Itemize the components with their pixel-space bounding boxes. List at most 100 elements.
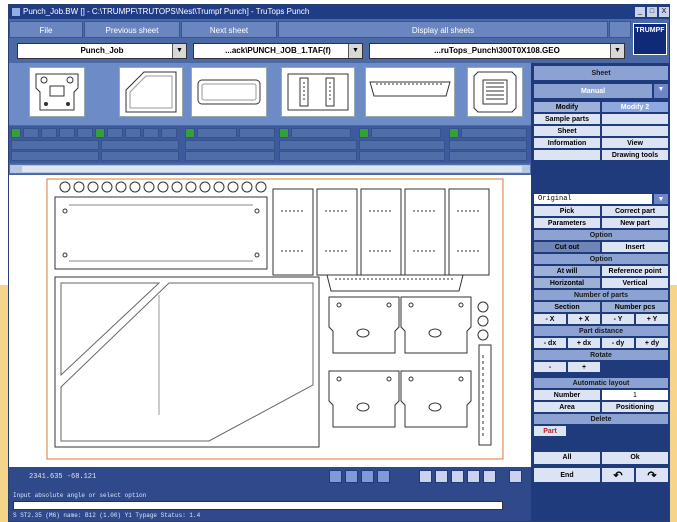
zoom-all-icon[interactable] (467, 470, 480, 483)
horizontal-button[interactable]: Horizontal (533, 277, 601, 289)
drawing-tools-button[interactable]: Drawing tools (601, 149, 669, 161)
trumpf-logo: TRUMPF (633, 23, 667, 55)
part-thumbnail[interactable] (365, 67, 455, 117)
at-will-button[interactable]: At will (533, 265, 601, 277)
part-thumbnail[interactable] (119, 67, 183, 117)
modify-button[interactable]: Modify (533, 101, 601, 113)
measure-tool-icon[interactable] (377, 470, 390, 483)
all-button[interactable]: All (533, 451, 601, 465)
geo-file-combo[interactable]: ...ruTops_Punch\300T0X108.GEO ▼ (369, 43, 625, 59)
insert-button[interactable]: Insert (601, 241, 669, 253)
blank-button[interactable] (601, 125, 669, 137)
minus-dy-button[interactable]: - dy (601, 337, 635, 349)
menu-extra-button[interactable] (609, 21, 631, 38)
rotate-heading: Rotate (533, 349, 669, 361)
plus-x-button[interactable]: + X (567, 313, 601, 325)
zoom-out-icon[interactable] (435, 470, 448, 483)
pan-tool-icon[interactable] (345, 470, 358, 483)
vertical-button[interactable]: Vertical (601, 277, 669, 289)
menu-bar: File Previous sheet Next sheet Display a… (9, 21, 669, 39)
status-line: S ST2.35 (M6) name: B12 (1.00) Y1 Typage… (13, 512, 201, 519)
mounting-plates (328, 296, 472, 428)
geo-file-value: ...ruTops_Punch\300T0X108.GEO (434, 46, 560, 55)
plus-dy-button[interactable]: + dy (635, 337, 669, 349)
scrollbar-thumb[interactable] (22, 166, 522, 172)
pencil-icon[interactable] (509, 470, 522, 483)
close-button[interactable]: X (659, 7, 669, 17)
function-panel: Sheet Manual ▼ Modify Modify 2 Sample pa… (531, 63, 669, 521)
manual-button[interactable]: Manual (533, 83, 653, 99)
chevron-down-icon[interactable]: ▼ (172, 44, 186, 58)
option-heading: Option (533, 253, 669, 265)
taf-file-combo[interactable]: ...ack\PUNCH_JOB_1.TAF(f) ▼ (193, 43, 363, 59)
undo-icon[interactable]: ↶ (601, 467, 635, 483)
number-input[interactable]: 1 (601, 389, 669, 401)
option-heading: Option (533, 229, 669, 241)
modify-2-button[interactable]: Modify 2 (601, 101, 669, 113)
part-thumbnail[interactable] (191, 67, 267, 117)
grid-tool-icon[interactable] (361, 470, 374, 483)
zoom-previous-icon[interactable] (483, 470, 496, 483)
rotate-minus-button[interactable]: - (533, 361, 567, 373)
horizontal-scrollbar[interactable] (9, 164, 531, 174)
pick-button[interactable]: Pick (533, 205, 601, 217)
sheet-drawing-canvas[interactable] (9, 175, 531, 467)
chevron-down-icon[interactable]: ▼ (653, 83, 669, 99)
part-thumbnail[interactable] (467, 67, 523, 117)
maximize-button[interactable]: □ (647, 7, 657, 17)
number-label: Number (533, 389, 601, 401)
minus-y-button[interactable]: - Y (601, 313, 635, 325)
blank-button[interactable] (533, 149, 601, 161)
next-sheet-button[interactable]: Next sheet (181, 21, 277, 38)
small-round-parts (477, 301, 492, 446)
sheet-heading: Sheet (533, 65, 669, 81)
file-selector-bar: Punch_Job ▼ ...ack\PUNCH_JOB_1.TAF(f) ▼ … (9, 41, 629, 61)
application-window: Punch_Job.BW [] - C:\TRUMPF\TRUTOPS\Nest… (8, 4, 670, 522)
sheet-button[interactable]: Sheet (533, 125, 601, 137)
chevron-down-icon[interactable]: ▼ (348, 44, 362, 58)
display-all-sheets-button[interactable]: Display all sheets (278, 21, 608, 38)
file-menu[interactable]: File (9, 21, 83, 38)
rotate-plus-button[interactable]: + (567, 361, 601, 373)
ok-button[interactable]: Ok (601, 451, 669, 465)
section-button[interactable]: Section (533, 301, 601, 313)
blank-button[interactable] (601, 113, 669, 125)
minus-dx-button[interactable]: - dx (533, 337, 567, 349)
minimize-button[interactable]: _ (635, 7, 645, 17)
information-button[interactable]: Information (533, 137, 601, 149)
end-button[interactable]: End (533, 467, 601, 483)
zoom-in-icon[interactable] (419, 470, 432, 483)
positioning-button[interactable]: Positioning (601, 401, 669, 413)
minus-x-button[interactable]: - X (533, 313, 567, 325)
view-button[interactable]: View (601, 137, 669, 149)
cut-out-button[interactable]: Cut out (533, 241, 601, 253)
part-size-row (9, 151, 531, 162)
new-part-button[interactable]: New part (601, 217, 669, 229)
job-combo[interactable]: Punch_Job ▼ (17, 43, 187, 59)
plus-dx-button[interactable]: + dx (567, 337, 601, 349)
part-thumbnail[interactable] (281, 67, 355, 117)
area-button[interactable]: Area (533, 401, 601, 413)
mode-select[interactable]: Original (533, 193, 653, 205)
number-pcs-button[interactable]: Number pcs (601, 301, 669, 313)
part-number-row (9, 128, 531, 139)
large-plate-part (54, 196, 268, 270)
chevron-down-icon[interactable]: ▼ (610, 44, 624, 58)
zoom-window-icon[interactable] (451, 470, 464, 483)
triangular-panels (54, 276, 320, 448)
command-input[interactable] (13, 501, 503, 510)
plus-y-button[interactable]: + Y (635, 313, 669, 325)
correct-part-button[interactable]: Correct part (601, 205, 669, 217)
part-thumbnails (9, 63, 531, 125)
sample-parts-button[interactable]: Sample parts (533, 113, 601, 125)
redo-icon[interactable]: ↷ (635, 467, 669, 483)
parameters-button[interactable]: Parameters (533, 217, 601, 229)
previous-sheet-button[interactable]: Previous sheet (84, 21, 180, 38)
reference-point-button[interactable]: Reference point (601, 265, 669, 277)
delete-part-button[interactable]: Part (533, 425, 567, 437)
select-tool-icon[interactable] (329, 470, 342, 483)
part-thumbnail[interactable] (29, 67, 85, 117)
part-distance-heading: Part distance (533, 325, 669, 337)
part-name-row (9, 140, 531, 151)
chevron-down-icon[interactable]: ▼ (653, 193, 669, 205)
